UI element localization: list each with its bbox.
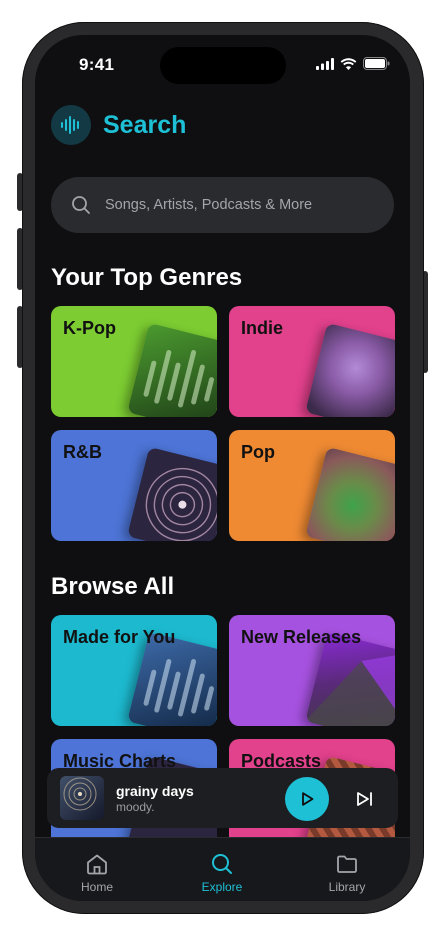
genre-card-label: Pop <box>241 442 275 462</box>
browse-all-title: Browse All <box>51 573 175 600</box>
play-icon <box>302 792 314 806</box>
tab-bar: Home Explore Library <box>35 837 410 901</box>
tab-label: Library <box>328 880 366 894</box>
search-bar[interactable] <box>51 177 394 233</box>
browse-card-made-for-you[interactable]: Made for You <box>51 615 217 726</box>
genre-card-rnb[interactable]: R&B <box>51 430 217 541</box>
genre-card-kpop[interactable]: K-Pop <box>51 306 217 417</box>
search-icon <box>72 196 90 214</box>
browse-card-label: Made for You <box>63 627 176 647</box>
genre-card-pop[interactable]: Pop <box>229 430 395 541</box>
mini-player[interactable]: grainy days moody. <box>47 768 398 828</box>
screen: 9:41 Search Songs, Artists, Podcasts & M… <box>35 35 410 901</box>
wifi-icon <box>340 57 357 70</box>
top-genres-title: Your Top Genres <box>51 264 243 291</box>
browse-card-label: New Releases <box>241 627 362 647</box>
cellular-signal-icon <box>316 57 334 70</box>
browse-card-new-releases[interactable]: New Releases <box>229 615 395 726</box>
track-title: grainy days <box>116 783 194 799</box>
page-title: Search <box>103 110 187 139</box>
waveform-icon <box>51 105 91 145</box>
search-icon <box>212 854 232 874</box>
skip-next-icon <box>357 792 372 806</box>
dynamic-island <box>160 47 286 84</box>
home-icon <box>87 854 107 875</box>
genre-card-label: R&B <box>63 442 102 462</box>
status-icons <box>316 57 390 70</box>
tab-home[interactable]: Home <box>57 852 137 894</box>
status-time: 9:41 <box>79 55 115 74</box>
tab-label: Explore <box>201 880 243 894</box>
album-art <box>60 776 104 820</box>
skip-next-button[interactable] <box>352 786 378 812</box>
page-header: Search <box>51 105 186 145</box>
search-input[interactable] <box>103 196 367 214</box>
tab-label: Home <box>80 880 113 894</box>
status-bar: 9:41 <box>35 35 410 89</box>
play-button[interactable] <box>285 777 329 821</box>
battery-icon <box>363 57 390 70</box>
tab-library[interactable]: Library <box>307 852 387 894</box>
genre-card-label: Indie <box>241 318 284 338</box>
tab-explore[interactable]: Explore <box>182 852 262 894</box>
folder-icon <box>337 855 357 873</box>
track-artist: moody. <box>116 800 155 814</box>
genre-card-indie[interactable]: Indie <box>229 306 395 417</box>
genre-card-label: K-Pop <box>63 318 116 338</box>
